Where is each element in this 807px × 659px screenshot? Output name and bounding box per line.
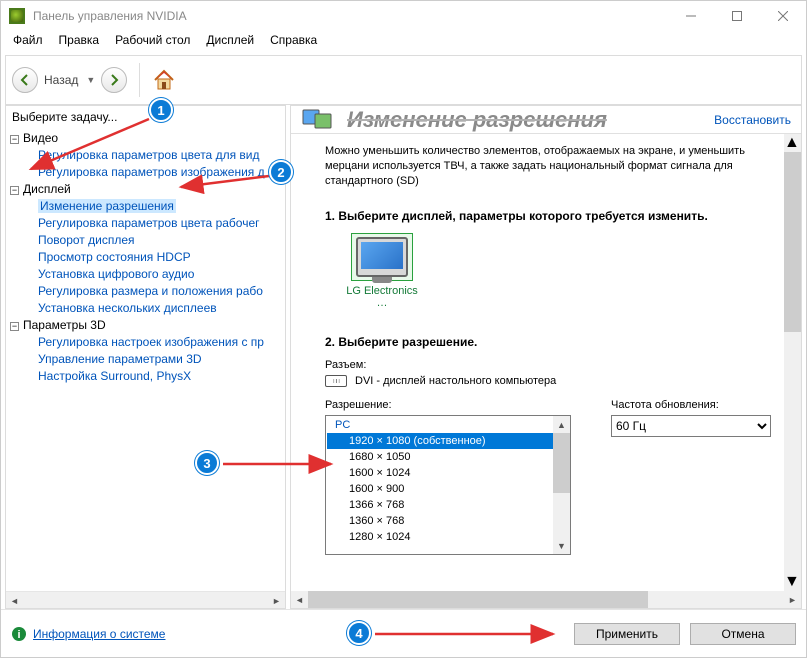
back-button[interactable] [12,67,38,93]
svg-text:i: i [17,629,20,641]
page-title: Изменение разрешения [347,107,607,133]
tree-group-video[interactable]: Видео [23,131,58,145]
annotation-bubble-2: 2 [269,160,293,184]
resolution-item[interactable]: 1366 × 768 [327,497,569,513]
resolution-item[interactable]: 1600 × 1024 [327,465,569,481]
display-selector[interactable]: LG Electronics … [343,233,421,309]
menu-file[interactable]: Файл [5,31,51,51]
tree-item[interactable]: Поворот дисплея [38,233,135,247]
tree-item[interactable]: Регулировка параметров цвета для вид [38,148,259,162]
info-icon: i [11,626,27,642]
resolution-item[interactable]: 1280 × 1024 [327,529,569,545]
tree-item-change-resolution[interactable]: Изменение разрешения [38,199,176,213]
vertical-scrollbar[interactable]: ▲ ▼ [784,134,801,591]
footer: i Информация о системе Применить Отмена [1,609,806,657]
restore-link[interactable]: Восстановить [704,113,801,127]
menu-display[interactable]: Дисплей [198,31,262,51]
vertical-scrollbar[interactable]: ▲ ▼ [553,416,570,554]
resolution-item[interactable]: 1600 × 900 [327,481,569,497]
apply-button[interactable]: Применить [574,623,680,645]
content-pane: Изменение разрешения Восстановить Можно … [290,105,802,609]
horizontal-scrollbar[interactable]: ◄ ► [6,591,285,608]
system-info-link[interactable]: Информация о системе [33,627,165,641]
tree-item[interactable]: Регулировка параметров цвета рабочег [38,216,260,230]
monitor-icon [356,237,408,277]
annotation-bubble-4: 4 [347,621,371,645]
tree-item[interactable]: Регулировка параметров изображения д [38,165,265,179]
tree-item[interactable]: Установка нескольких дисплеев [38,301,217,315]
tree-item[interactable]: Регулировка настроек изображения с пр [38,335,264,349]
scroll-up-icon[interactable]: ▲ [553,416,570,433]
resolution-list[interactable]: PC 1920 × 1080 (собственное) 1680 × 1050… [325,415,571,555]
back-label: Назад [44,73,78,87]
resolution-item[interactable]: 1680 × 1050 [327,449,569,465]
tree-toggle-icon[interactable]: − [10,322,19,331]
task-tree: −Видео Регулировка параметров цвета для … [6,128,285,591]
menubar: Файл Правка Рабочий стол Дисплей Справка [1,31,806,51]
task-tree-pane: Выберите задачу... −Видео Регулировка па… [5,105,286,609]
forward-button[interactable] [101,67,127,93]
frequency-label: Частота обновления: [611,399,774,411]
dvi-icon: ∷∷ [325,375,347,387]
scroll-right-icon[interactable]: ► [784,591,801,608]
tree-item[interactable]: Регулировка размера и положения рабо [38,284,263,298]
task-tree-header: Выберите задачу... [6,106,285,128]
resolution-item[interactable]: 1920 × 1080 (собственное) [327,433,569,449]
toolbar: Назад ▼ [5,55,802,105]
tree-group-3d[interactable]: Параметры 3D [23,318,106,332]
titlebar: Панель управления NVIDIA [1,1,806,31]
section-1-title: 1. Выберите дисплей, параметры которого … [325,209,774,223]
back-dropdown-icon[interactable]: ▼ [86,75,95,85]
scroll-down-icon[interactable]: ▼ [784,573,801,591]
horizontal-scrollbar[interactable]: ◄ ► [291,591,801,608]
page-description: Можно уменьшить количество элементов, от… [325,144,774,189]
window-title: Панель управления NVIDIA [33,9,668,23]
tree-item[interactable]: Управление параметрами 3D [38,352,202,366]
tree-group-display[interactable]: Дисплей [23,182,71,196]
tree-item[interactable]: Просмотр состояния HDCP [38,250,191,264]
nvidia-icon [9,8,25,24]
maximize-button[interactable] [714,1,760,31]
close-button[interactable] [760,1,806,31]
scroll-down-icon[interactable]: ▼ [553,537,570,554]
display-label: LG Electronics … [343,285,421,309]
scroll-right-icon[interactable]: ► [268,592,285,609]
home-icon[interactable] [152,68,176,92]
section-2-title: 2. Выберите разрешение. [325,335,774,349]
tree-toggle-icon[interactable]: − [10,186,19,195]
tree-item[interactable]: Установка цифрового аудио [38,267,194,281]
page-header-icon [291,106,347,134]
menu-desktop[interactable]: Рабочий стол [107,31,198,51]
frequency-select[interactable]: 60 Гц [611,415,771,437]
tree-item[interactable]: Настройка Surround, PhysX [38,369,191,383]
resolution-category: PC [327,417,569,433]
tree-toggle-icon[interactable]: − [10,135,19,144]
scroll-up-icon[interactable]: ▲ [784,134,801,152]
connector-value: DVI - дисплей настольного компьютера [355,375,556,387]
resolution-label: Разрешение: [325,399,571,411]
scroll-left-icon[interactable]: ◄ [6,592,23,609]
connector-label: Разъем: [325,359,774,371]
menu-help[interactable]: Справка [262,31,325,51]
scroll-left-icon[interactable]: ◄ [291,591,308,608]
menu-edit[interactable]: Правка [51,31,108,51]
annotation-bubble-1: 1 [149,98,173,122]
annotation-bubble-3: 3 [195,451,219,475]
minimize-button[interactable] [668,1,714,31]
separator [139,63,140,97]
cancel-button[interactable]: Отмена [690,623,796,645]
resolution-item[interactable]: 1360 × 768 [327,513,569,529]
